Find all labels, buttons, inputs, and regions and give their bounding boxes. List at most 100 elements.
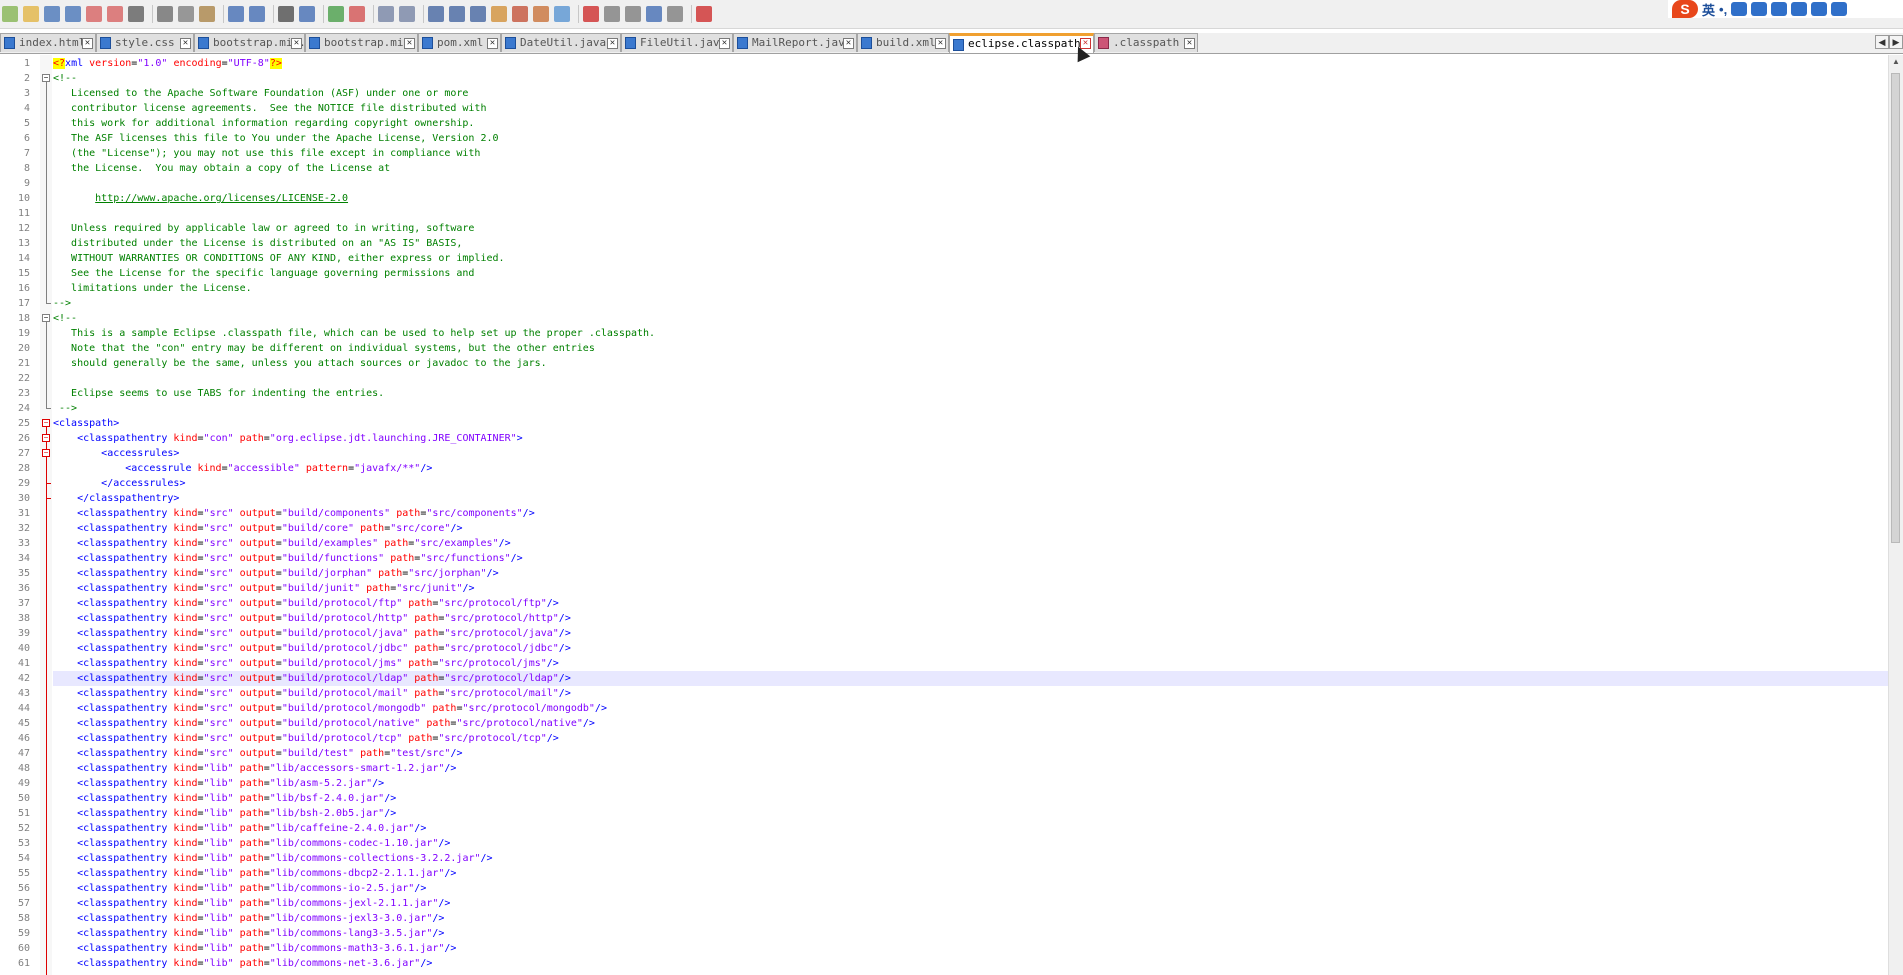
close-tab-icon[interactable]: ✕ xyxy=(487,38,498,49)
fold-toggle-icon[interactable]: − xyxy=(42,419,50,427)
fold-toggle-icon[interactable]: − xyxy=(42,314,50,322)
code-line[interactable]: contributor license agreements. See the … xyxy=(53,101,486,116)
tab-index-html[interactable]: index.html ✕ xyxy=(0,33,96,52)
code-line[interactable]: </classpathentry> xyxy=(53,491,179,506)
close-tab-icon[interactable]: ✕ xyxy=(82,38,93,49)
fold-toggle-icon[interactable]: − xyxy=(42,74,50,82)
code-line[interactable]: <accessrules> xyxy=(53,446,179,461)
close-tab-icon[interactable]: ✕ xyxy=(719,38,730,49)
print-icon[interactable] xyxy=(128,6,144,22)
skin-icon[interactable] xyxy=(1811,2,1828,16)
code-line[interactable]: <classpathentry kind="src" output="build… xyxy=(53,551,523,566)
code-line[interactable]: the License. You may obtain a copy of th… xyxy=(53,161,390,176)
code-line[interactable]: <classpathentry kind="src" output="build… xyxy=(53,581,474,596)
vertical-scrollbar[interactable]: ▲ xyxy=(1888,55,1903,975)
tab-style-css[interactable]: style.css ✕ xyxy=(96,33,194,52)
code-line[interactable]: <classpathentry kind="lib" path="lib/caf… xyxy=(53,821,426,836)
code-line[interactable]: <!-- xyxy=(53,311,77,326)
code-line[interactable]: <classpathentry kind="lib" path="lib/bsh… xyxy=(53,806,396,821)
code-line[interactable]: Unless required by applicable law or agr… xyxy=(53,221,474,236)
code-line[interactable]: <classpathentry kind="src" output="build… xyxy=(53,746,462,761)
close-tab-icon[interactable]: ✕ xyxy=(843,38,854,49)
replace-icon[interactable] xyxy=(299,6,315,22)
doc-map-icon[interactable] xyxy=(491,6,507,22)
code-line[interactable]: <classpathentry kind="src" output="build… xyxy=(53,716,595,731)
copy-icon[interactable] xyxy=(178,6,194,22)
sync-v-icon[interactable] xyxy=(378,6,394,22)
code-line[interactable]: <classpathentry kind="lib" path="lib/bsf… xyxy=(53,791,396,806)
fold-toggle-icon[interactable]: − xyxy=(42,449,50,457)
keyboard-icon[interactable] xyxy=(1771,2,1788,16)
close-icon[interactable] xyxy=(86,6,102,22)
cut-icon[interactable] xyxy=(157,6,173,22)
code-line[interactable]: <classpathentry kind="src" output="build… xyxy=(53,611,571,626)
code-line[interactable]: Note that the "con" entry may be differe… xyxy=(53,341,595,356)
indent-guide-icon[interactable] xyxy=(470,6,486,22)
close-tab-icon[interactable]: ✕ xyxy=(935,38,946,49)
code-line[interactable]: <classpathentry kind="src" output="build… xyxy=(53,506,535,521)
code-line[interactable]: Licensed to the Apache Software Foundati… xyxy=(53,86,468,101)
code-line[interactable]: </accessrules> xyxy=(53,476,185,491)
code-line[interactable]: <classpathentry kind="lib" path="lib/com… xyxy=(53,956,432,971)
code-line[interactable]: <classpath> xyxy=(53,416,119,431)
code-line[interactable]: <classpathentry kind="lib" path="lib/com… xyxy=(53,926,444,941)
code-line[interactable]: this work for additional information reg… xyxy=(53,116,474,131)
monitor-icon[interactable] xyxy=(554,6,570,22)
tab-bootstrap-min-css[interactable]: bootstrap.min.css✕ xyxy=(305,33,418,52)
code-line[interactable]: <classpathentry kind="src" output="build… xyxy=(53,536,511,551)
code-line[interactable]: <classpathentry kind="src" output="build… xyxy=(53,701,607,716)
show-all-chars-icon[interactable] xyxy=(449,6,465,22)
fold-toggle-icon[interactable]: − xyxy=(42,434,50,442)
close-tab-icon[interactable]: ✕ xyxy=(180,38,191,49)
scroll-up-icon[interactable]: ▲ xyxy=(1889,55,1903,69)
spellcheck-icon[interactable] xyxy=(696,6,712,22)
open-file-icon[interactable] xyxy=(23,6,39,22)
code-line[interactable]: Eclipse seems to use TABS for indenting … xyxy=(53,386,384,401)
word-wrap-icon[interactable] xyxy=(428,6,444,22)
code-line[interactable]: <accessrule kind="accessible" pattern="j… xyxy=(53,461,432,476)
code-line[interactable]: WITHOUT WARRANTIES OR CONDITIONS OF ANY … xyxy=(53,251,505,266)
new-file-icon[interactable] xyxy=(2,6,18,22)
close-tab-icon[interactable]: ✕ xyxy=(607,38,618,49)
folder-workspace-icon[interactable] xyxy=(533,6,549,22)
run-macro-icon[interactable] xyxy=(646,6,662,22)
sync-h-icon[interactable] xyxy=(399,6,415,22)
tab-scroll-right-icon[interactable]: ▶ xyxy=(1889,35,1903,49)
code-line[interactable]: This is a sample Eclipse .classpath file… xyxy=(53,326,655,341)
tab-dateutil-java[interactable]: DateUtil.java ✕ xyxy=(501,33,621,52)
code-line[interactable]: --> xyxy=(53,296,71,311)
code-line[interactable]: <classpathentry kind="lib" path="lib/com… xyxy=(53,866,456,881)
close-tab-icon[interactable]: ✕ xyxy=(404,38,415,49)
undo-icon[interactable] xyxy=(228,6,244,22)
scrollbar-thumb[interactable] xyxy=(1891,73,1900,543)
redo-icon[interactable] xyxy=(249,6,265,22)
code-line[interactable]: <classpathentry kind="src" output="build… xyxy=(53,626,571,641)
user-icon[interactable] xyxy=(1791,2,1808,16)
code-line[interactable]: limitations under the License. xyxy=(53,281,252,296)
code-line[interactable]: (the "License"); you may not use this fi… xyxy=(53,146,480,161)
play-macro-icon[interactable] xyxy=(625,6,641,22)
code-line[interactable]: <?xml version="1.0" encoding="UTF-8"?> xyxy=(53,56,282,71)
tab-scroll-left-icon[interactable]: ◀ xyxy=(1875,35,1889,49)
ime-punct-label[interactable]: •, xyxy=(1719,2,1727,17)
code-line[interactable]: <classpathentry kind="lib" path="lib/com… xyxy=(53,911,444,926)
code-line[interactable]: <classpathentry kind="lib" path="lib/com… xyxy=(53,941,456,956)
tab-fileutil-java[interactable]: FileUtil.java ✕ xyxy=(621,33,733,52)
tab-classpath[interactable]: .classpath ✕ xyxy=(1094,33,1198,52)
code-line[interactable]: <classpathentry kind="src" output="build… xyxy=(53,521,462,536)
save-macro-icon[interactable] xyxy=(667,6,683,22)
zoom-out-icon[interactable] xyxy=(349,6,365,22)
code-line[interactable]: should generally be the same, unless you… xyxy=(53,356,547,371)
tab-pom-xml[interactable]: pom.xml ✕ xyxy=(418,33,501,52)
code-line[interactable]: See the License for the specific languag… xyxy=(53,266,474,281)
emoji-icon[interactable] xyxy=(1731,2,1748,16)
code-line[interactable]: http://www.apache.org/licenses/LICENSE-2… xyxy=(53,191,348,206)
close-tab-icon[interactable]: ✕ xyxy=(1184,38,1195,49)
record-macro-icon[interactable] xyxy=(583,6,599,22)
code-line[interactable]: --> xyxy=(53,401,77,416)
code-line[interactable]: <classpathentry kind="lib" path="lib/com… xyxy=(53,896,450,911)
code-line[interactable]: The ASF licenses this file to You under … xyxy=(53,131,498,146)
code-line[interactable]: <classpathentry kind="src" output="build… xyxy=(53,596,559,611)
code-line[interactable]: <classpathentry kind="src" output="build… xyxy=(53,656,559,671)
close-tab-icon[interactable]: ✕ xyxy=(291,38,302,49)
